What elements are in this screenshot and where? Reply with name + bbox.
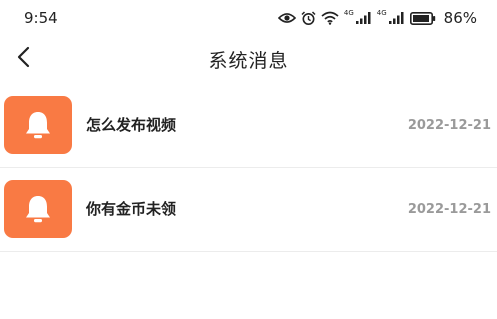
wifi-icon: [321, 11, 339, 25]
message-title: 你有金币未领: [86, 200, 177, 218]
eye-icon: [277, 12, 296, 24]
message-item[interactable]: 你有金币未领 2022-12-21: [0, 168, 497, 252]
network-type-label: 4G: [376, 8, 387, 17]
signal-icon: [355, 12, 372, 24]
status-time: 9:54: [24, 9, 58, 27]
bell-icon: [4, 96, 72, 154]
status-icons: 4G 4G 86%: [277, 8, 477, 27]
network-type-label: 4G: [343, 8, 354, 17]
bell-icon: [4, 180, 72, 238]
battery-icon: [409, 11, 436, 25]
alarm-icon: [301, 10, 316, 26]
message-date: 2022-12-21: [407, 202, 491, 217]
message-date: 2022-12-21: [407, 118, 491, 133]
message-title: 怎么发布视频: [86, 116, 177, 134]
back-button[interactable]: [8, 44, 38, 74]
message-item[interactable]: 怎么发布视频 2022-12-21: [0, 84, 497, 168]
chevron-left-icon: [16, 46, 30, 72]
signal-icon: [388, 12, 405, 24]
navigation-bar: 系统消息: [0, 36, 497, 82]
status-bar: 9:54 4G 4G 86%: [0, 0, 497, 36]
message-list: 怎么发布视频 2022-12-21 你有金币未领 2022-12-21: [0, 84, 497, 252]
page-title: 系统消息: [208, 49, 289, 72]
battery-percentage: 86%: [443, 9, 477, 27]
